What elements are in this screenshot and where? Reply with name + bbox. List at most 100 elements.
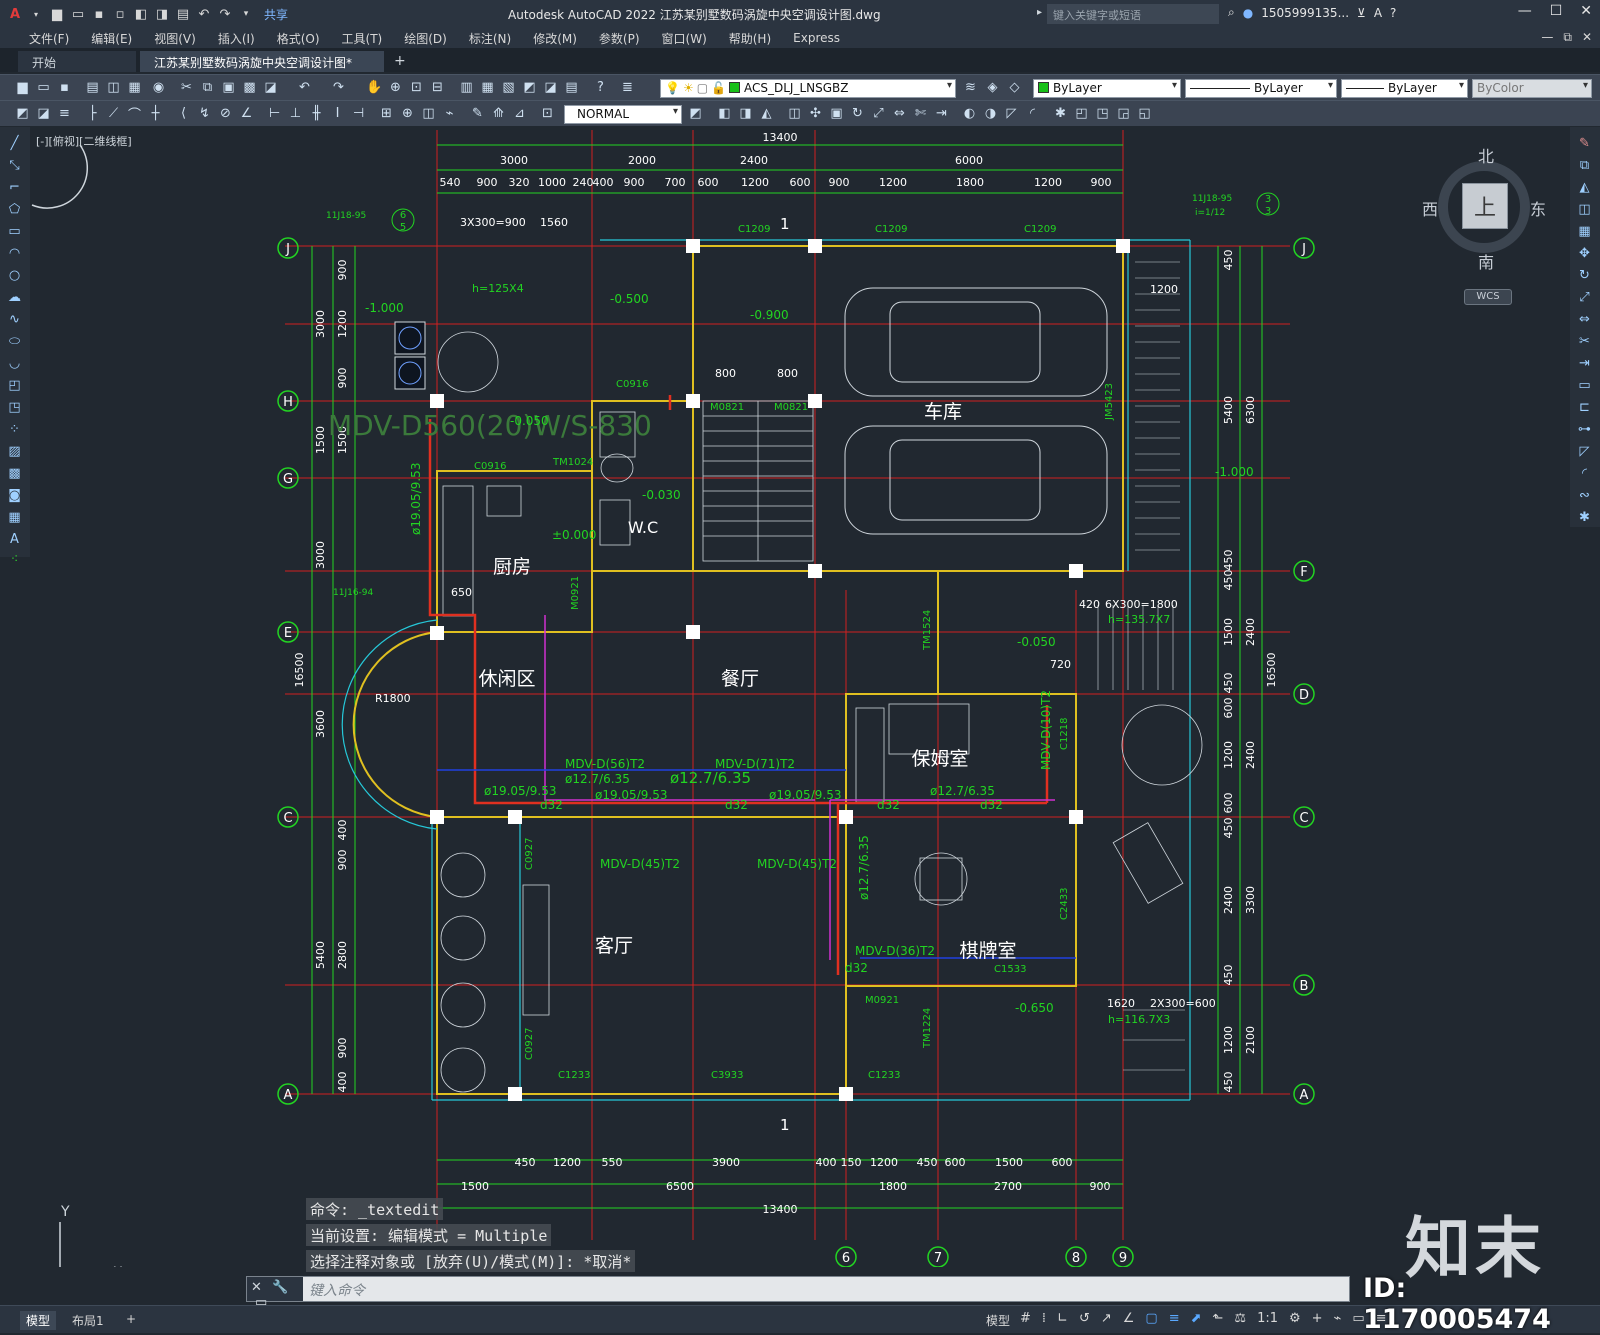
close-command-icon[interactable]: ✕ — [251, 1280, 262, 1295]
scale-icon[interactable]: ⤢ — [1576, 289, 1593, 306]
lineweight-icon[interactable]: ≡ — [1169, 1311, 1180, 1326]
doc-restore-icon[interactable]: ⧉ — [1563, 30, 1572, 45]
tab-layout1[interactable]: 布局1 — [66, 1311, 110, 1330]
save-icon[interactable]: ▪ — [56, 79, 73, 96]
units-icon[interactable]: ⌁ — [1334, 1311, 1342, 1326]
dim-space-icon[interactable]: I — [329, 105, 346, 122]
quick-dim-icon[interactable]: ◩ — [14, 105, 31, 122]
array-icon[interactable]: ▦ — [1576, 223, 1593, 240]
paste-icon[interactable]: ▣ — [220, 79, 237, 96]
gradient-icon[interactable]: ▩ — [6, 465, 23, 482]
center-mark-icon[interactable]: ⊕ — [399, 105, 416, 122]
maximize-icon[interactable]: ☐ — [1550, 3, 1563, 19]
diameter-dim-icon[interactable]: ⊘ — [217, 105, 234, 122]
rotate-icon[interactable]: ↻ — [1576, 267, 1593, 284]
doc-close-icon[interactable]: ✕ — [1582, 30, 1592, 45]
command-input[interactable]: 键入命令 — [309, 1280, 365, 1300]
customize-qat-icon[interactable]: ▾ — [237, 5, 255, 23]
menu-draw[interactable]: 绘图(D) — [393, 30, 458, 47]
rectangle-icon[interactable]: ▭ — [6, 223, 23, 240]
drawing-canvas[interactable]: J H G E C A J F D C B A 6 7 8 9 13400 30… — [30, 127, 1570, 1267]
stretch-icon[interactable]: ⇔ — [1576, 311, 1593, 328]
add-layout-button[interactable]: + — [120, 1311, 142, 1327]
join-icon[interactable]: ◑ — [982, 105, 999, 122]
ellipse-icon[interactable]: ⬭ — [6, 333, 23, 350]
offset-icon[interactable]: ◫ — [1576, 201, 1593, 218]
tab-model[interactable]: 模型 — [20, 1311, 57, 1330]
publish-icon[interactable]: ▦ — [126, 79, 143, 96]
help-icon[interactable]: ? — [1390, 6, 1396, 20]
blend-icon[interactable]: ∾ — [1576, 487, 1593, 504]
annotation-scale-icon[interactable]: ⚖ — [1234, 1311, 1246, 1326]
dim-style-edit-icon[interactable]: ◩ — [687, 105, 704, 122]
tolerance-icon[interactable]: ⊞ — [378, 105, 395, 122]
angular-dim-icon[interactable]: ∠ — [238, 105, 255, 122]
baseline-dim-icon[interactable]: ⊥ — [287, 105, 304, 122]
attribute-icon[interactable]: ◲ — [1115, 105, 1132, 122]
copy-object-icon[interactable]: ◨ — [737, 105, 754, 122]
match-prop-icon[interactable]: ▩ — [241, 79, 258, 96]
add-selected-icon[interactable]: ⁖ — [6, 551, 23, 568]
trim-icon[interactable]: ✄ — [912, 105, 929, 122]
model-space-button[interactable]: 模型 — [980, 1311, 1016, 1330]
help-icon[interactable]: ? — [592, 79, 609, 96]
close-icon[interactable]: ✕ — [1580, 3, 1592, 19]
layer-state-icon[interactable]: ◇ — [1006, 79, 1023, 96]
plot-preview-icon[interactable]: ◫ — [105, 79, 122, 96]
chamfer-icon[interactable]: ◸ — [1003, 105, 1020, 122]
make-block-icon[interactable]: ◳ — [6, 399, 23, 416]
ellipse-arc-icon[interactable]: ◡ — [6, 355, 23, 372]
save-web-icon[interactable]: ◨ — [153, 5, 171, 23]
table-icon[interactable]: ▦ — [6, 509, 23, 526]
wcs-menu[interactable]: WCS — [1464, 289, 1512, 305]
plot-icon[interactable]: ▤ — [174, 5, 192, 23]
dim-edit-icon[interactable]: ✎ — [469, 105, 486, 122]
sheet-set-icon[interactable]: ◩ — [521, 79, 538, 96]
menu-dimension[interactable]: 标注(N) — [458, 30, 522, 47]
open-icon[interactable]: ▭ — [35, 79, 52, 96]
revcloud-icon[interactable]: ☁ — [6, 289, 23, 306]
osnap-tracking-icon[interactable]: ∠ — [1123, 1311, 1135, 1326]
redo-icon[interactable]: ↷ — [330, 79, 347, 96]
continue-dim-icon[interactable]: ╫ — [308, 105, 325, 122]
menu-express[interactable]: Express — [782, 31, 851, 45]
open-web-icon[interactable]: ◧ — [132, 5, 150, 23]
markup-icon[interactable]: ◪ — [542, 79, 559, 96]
calculator-icon[interactable]: ▤ — [563, 79, 580, 96]
zoom-realtime-icon[interactable]: ⊕ — [387, 79, 404, 96]
transparency-icon[interactable]: ⬈ — [1191, 1311, 1202, 1326]
break-icon[interactable]: ⊏ — [1576, 399, 1593, 416]
erase-icon[interactable]: ✎ — [1576, 135, 1593, 152]
menu-edit[interactable]: 编辑(E) — [80, 30, 143, 47]
insert-block-icon[interactable]: ◰ — [6, 377, 23, 394]
save-icon[interactable]: ▪ — [90, 5, 108, 23]
dim-text-edit-icon[interactable]: ⟰ — [490, 105, 507, 122]
undo-icon[interactable]: ↶ — [296, 79, 313, 96]
polyline-icon[interactable]: ⌐ — [6, 179, 23, 196]
dim-update-icon[interactable]: ◪ — [35, 105, 52, 122]
block-editor-icon[interactable]: ◪ — [262, 79, 279, 96]
menu-window[interactable]: 窗口(W) — [651, 30, 718, 47]
viewcube-east[interactable]: 东 — [1530, 196, 1546, 220]
viewcube-west[interactable]: 西 — [1422, 196, 1438, 220]
construction-line-icon[interactable]: ⤡ — [6, 157, 23, 174]
arc-length-icon[interactable]: ⌒ — [126, 105, 143, 123]
polygon-icon[interactable]: ⬠ — [6, 201, 23, 218]
menu-insert[interactable]: 插入(I) — [207, 30, 266, 47]
expand-icon[interactable]: ▸ — [1037, 7, 1042, 18]
zoom-window-icon[interactable]: ⊡ — [408, 79, 425, 96]
rotate-icon[interactable]: ↻ — [849, 105, 866, 122]
customize-command-icon[interactable]: 🔧 — [272, 1280, 288, 1295]
layer-properties-icon[interactable]: ≣ — [619, 79, 636, 96]
jogged-linear-icon[interactable]: ⌁ — [441, 105, 458, 122]
fillet-icon[interactable]: ◜ — [1576, 465, 1593, 482]
menu-file[interactable]: 文件(F) — [18, 30, 80, 47]
color-dropdown[interactable]: ByLayer ▾ — [1033, 79, 1181, 98]
join-icon[interactable]: ⊶ — [1576, 421, 1593, 438]
radius-dim-icon[interactable]: ⟨ — [175, 105, 192, 122]
command-line[interactable]: ✕ 🔧 ▭ 键入命令 — [246, 1276, 1350, 1310]
redo-icon[interactable]: ↷ — [216, 5, 234, 23]
explode-icon[interactable]: ✱ — [1576, 509, 1593, 526]
autodesk-app-icon[interactable]: A — [1374, 6, 1382, 20]
point-icon[interactable]: ⁘ — [6, 421, 23, 438]
